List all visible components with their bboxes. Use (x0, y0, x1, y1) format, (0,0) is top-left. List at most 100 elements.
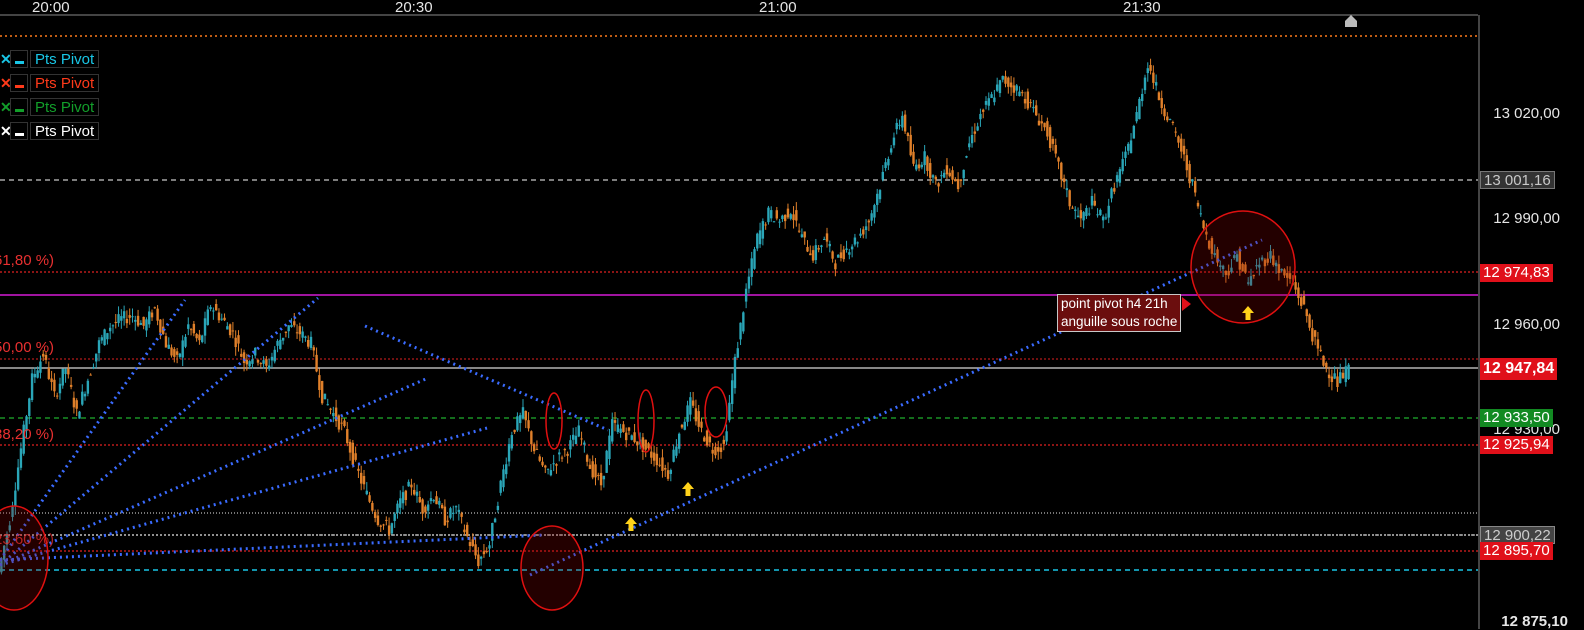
candle-body (1149, 65, 1152, 71)
candle-body (449, 508, 452, 518)
candle-body (1316, 339, 1320, 349)
candle-body (1177, 136, 1180, 143)
candle-body (923, 151, 926, 166)
color-swatch[interactable] (10, 50, 28, 68)
up-arrow-icon (625, 517, 637, 531)
legend-item[interactable]: ✕ Pts Pivot (0, 97, 100, 117)
annotation-note[interactable]: point pivot h4 21h anguille sous roche (1057, 294, 1182, 332)
candle-body (825, 233, 829, 242)
remove-indicator-icon[interactable]: ✕ (0, 73, 12, 93)
candle-body (839, 252, 843, 259)
color-swatch[interactable] (10, 98, 28, 116)
candle-body (1330, 376, 1334, 383)
candle-body (647, 443, 650, 449)
scroll-handle-icon[interactable] (1345, 15, 1357, 27)
candle-body (1143, 77, 1147, 91)
candle-body (1308, 314, 1311, 328)
candle-body (856, 242, 859, 244)
candle-body (360, 472, 363, 484)
color-swatch[interactable] (10, 122, 28, 140)
candle-body (898, 124, 901, 126)
candle-body (1118, 169, 1122, 183)
candle-body (312, 347, 315, 351)
candle-body (761, 221, 765, 239)
candle-body (1171, 121, 1175, 123)
candle-body (1096, 214, 1099, 216)
indicator-legend: ✕ Pts Pivot ✕ Pts Pivot ✕ Pts Pivot ✕ Pt… (0, 49, 100, 145)
candle-body (728, 402, 731, 421)
legend-item[interactable]: ✕ Pts Pivot (0, 49, 100, 69)
candle-body (1088, 213, 1091, 215)
candle-body (214, 303, 218, 311)
candle-body (170, 347, 173, 356)
candle-body (323, 393, 327, 400)
candle-body (435, 496, 438, 505)
candle-body (117, 314, 120, 324)
legend-item[interactable]: ✕ Pts Pivot (0, 121, 100, 141)
candle-body (747, 276, 751, 289)
candle-body (1319, 349, 1322, 351)
candle-body (650, 451, 653, 458)
color-swatch[interactable] (10, 74, 28, 92)
candle-body (973, 131, 977, 134)
candle-body (672, 449, 675, 462)
candle-body (153, 307, 157, 309)
candle-body (987, 98, 990, 106)
candle-body (717, 447, 720, 452)
candle-body (421, 499, 424, 514)
candle-body (789, 214, 792, 219)
candle-body (602, 475, 606, 480)
candle-body (1043, 122, 1046, 128)
candle-body (817, 248, 820, 250)
candle-body (1180, 138, 1183, 152)
candle-body (443, 506, 447, 526)
candle-body (125, 318, 129, 324)
candle-body (295, 332, 299, 334)
candle-body (281, 337, 285, 341)
candle-body (686, 405, 689, 422)
remove-indicator-icon[interactable]: ✕ (0, 121, 12, 141)
candle-body (1071, 207, 1074, 209)
candle-body (212, 310, 215, 312)
candle-body (209, 307, 212, 310)
remove-indicator-icon[interactable]: ✕ (0, 49, 12, 69)
legend-label: Pts Pivot (30, 74, 100, 92)
legend-item[interactable]: ✕ Pts Pivot (0, 73, 100, 93)
candle-body (783, 214, 787, 222)
candle-body (1099, 209, 1102, 216)
highlight-ellipse (704, 386, 728, 438)
candle-body (53, 379, 56, 392)
candle-body (245, 359, 249, 365)
candle-body (256, 360, 260, 363)
candle-body (870, 213, 873, 221)
candle-body (150, 312, 154, 318)
candle-body (912, 151, 915, 164)
trend-line (364, 324, 609, 432)
legend-label: Pts Pivot (30, 98, 100, 116)
candle-body (145, 319, 148, 331)
candle-body (307, 339, 310, 347)
candle-body (806, 246, 809, 252)
candle-body (217, 312, 221, 321)
candle-body (1115, 175, 1119, 182)
price-tag-13001: 13 001,16 (1480, 171, 1555, 189)
current-price-tag: 12 947,84 (1480, 358, 1558, 380)
candle-body (558, 452, 561, 455)
y-tick-label: 12 990,00 (1493, 210, 1560, 227)
candle-body (951, 170, 954, 180)
candle-body (1154, 82, 1158, 86)
candle-body (892, 137, 896, 146)
candle-body (750, 258, 753, 277)
candle-body (47, 368, 51, 379)
candle-body (100, 337, 104, 341)
candle-body (878, 190, 882, 200)
candle-body (577, 425, 580, 437)
remove-indicator-icon[interactable]: ✕ (0, 97, 12, 117)
candle-body (683, 421, 686, 430)
legend-label: Pts Pivot (30, 122, 100, 140)
candle-body (28, 398, 31, 417)
candle-body (365, 490, 368, 495)
highlight-circle (1190, 210, 1296, 324)
candle-body (69, 384, 73, 387)
candle-body (1085, 208, 1088, 217)
